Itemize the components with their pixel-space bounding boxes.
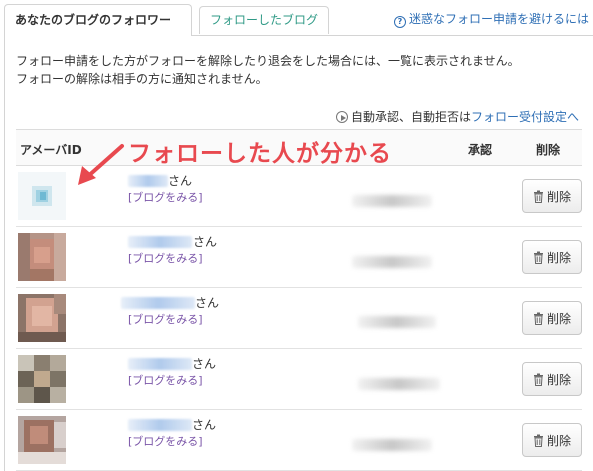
play-circle-icon [335,111,348,123]
blurred-user-id [128,236,192,248]
delete-button[interactable]: 削除 [522,362,582,396]
trash-icon [533,312,543,325]
trash-icon [533,190,543,203]
blurred-user-id [121,297,195,309]
delete-button[interactable]: 削除 [522,301,582,335]
user-suffix: さん [168,174,193,188]
blurred-user-id [128,419,192,431]
blurred-date [352,256,432,268]
blurred-user-id [128,358,192,370]
followers-panel: フォロー申請をした方がフォローを解除したり退会をした場合には、一覧に表示されませ… [4,35,593,471]
table-row: さん [ブログをみる] 削除 [16,349,582,410]
table-row: さん [ブログをみる] 削除 [16,288,582,349]
annotation-arrow [78,144,124,185]
avatar[interactable] [18,233,66,281]
blurred-date [358,378,440,390]
delete-label: 削除 [546,189,571,204]
view-blog-link[interactable]: [ブログをみる] [128,372,203,388]
spam-help-link[interactable]: ? 迷惑なフォロー申請を避けるには [393,10,589,28]
notice-text: フォロー申請をした方がフォローを解除したり退会をした場合には、一覧に表示されませ… [16,52,520,88]
avatar[interactable] [18,172,66,220]
delete-label: 削除 [546,311,571,326]
spam-help-label: 迷惑なフォロー申請を避けるには [408,12,589,26]
delete-label: 削除 [546,372,571,387]
view-blog-link[interactable]: [ブログをみる] [128,250,203,266]
notice-line-2: フォローの解除は相手の方に通知されません。 [16,72,268,86]
trash-icon [533,373,543,386]
avatar[interactable] [18,294,66,342]
header-ameba-id: アメーバID [20,143,82,157]
settings-link-text[interactable]: フォロー受付設定へ [471,110,579,124]
trash-icon [533,251,543,264]
user-suffix: さん [195,296,220,310]
header-approve: 承認 [468,143,493,157]
blurred-user-id [128,175,168,187]
tab-followers[interactable]: あなたのブログのフォロワー [4,4,192,36]
delete-button[interactable]: 削除 [522,240,582,274]
table-row: さん [ブログをみる] 削除 [16,410,582,471]
view-blog-link[interactable]: [ブログをみる] [128,189,203,205]
user-suffix: さん [192,418,217,432]
view-blog-link[interactable]: [ブログをみる] [128,311,203,327]
tab-following[interactable]: フォローしたブログ [199,6,329,34]
blurred-date [352,195,432,207]
trash-icon [533,434,543,447]
avatar[interactable] [18,355,66,403]
avatar[interactable] [18,416,66,464]
delete-label: 削除 [546,250,571,265]
header-delete: 削除 [536,143,561,157]
annotation-text: フォローした人が分かる [128,141,392,167]
blurred-date [358,316,436,328]
table-row: さん [ブログをみる] 削除 [16,227,582,288]
notice-line-1: フォロー申請をした方がフォローを解除したり退会をした場合には、一覧に表示されませ… [16,54,520,68]
info-icon: ? [393,16,406,28]
user-suffix: さん [193,235,218,249]
delete-button[interactable]: 削除 [522,423,582,457]
delete-label: 削除 [546,433,571,448]
user-suffix: さん [192,357,217,371]
blurred-date [352,439,432,451]
follow-settings-link[interactable]: 自動承認、自動拒否はフォロー受付設定へ [335,108,579,125]
delete-button[interactable]: 削除 [522,179,582,213]
tab-bar: あなたのブログのフォロワー フォローしたブログ ? 迷惑なフォロー申請を避けるには [0,0,593,36]
view-blog-link[interactable]: [ブログをみる] [128,433,203,449]
settings-prefix: 自動承認、自動拒否は [350,110,471,124]
